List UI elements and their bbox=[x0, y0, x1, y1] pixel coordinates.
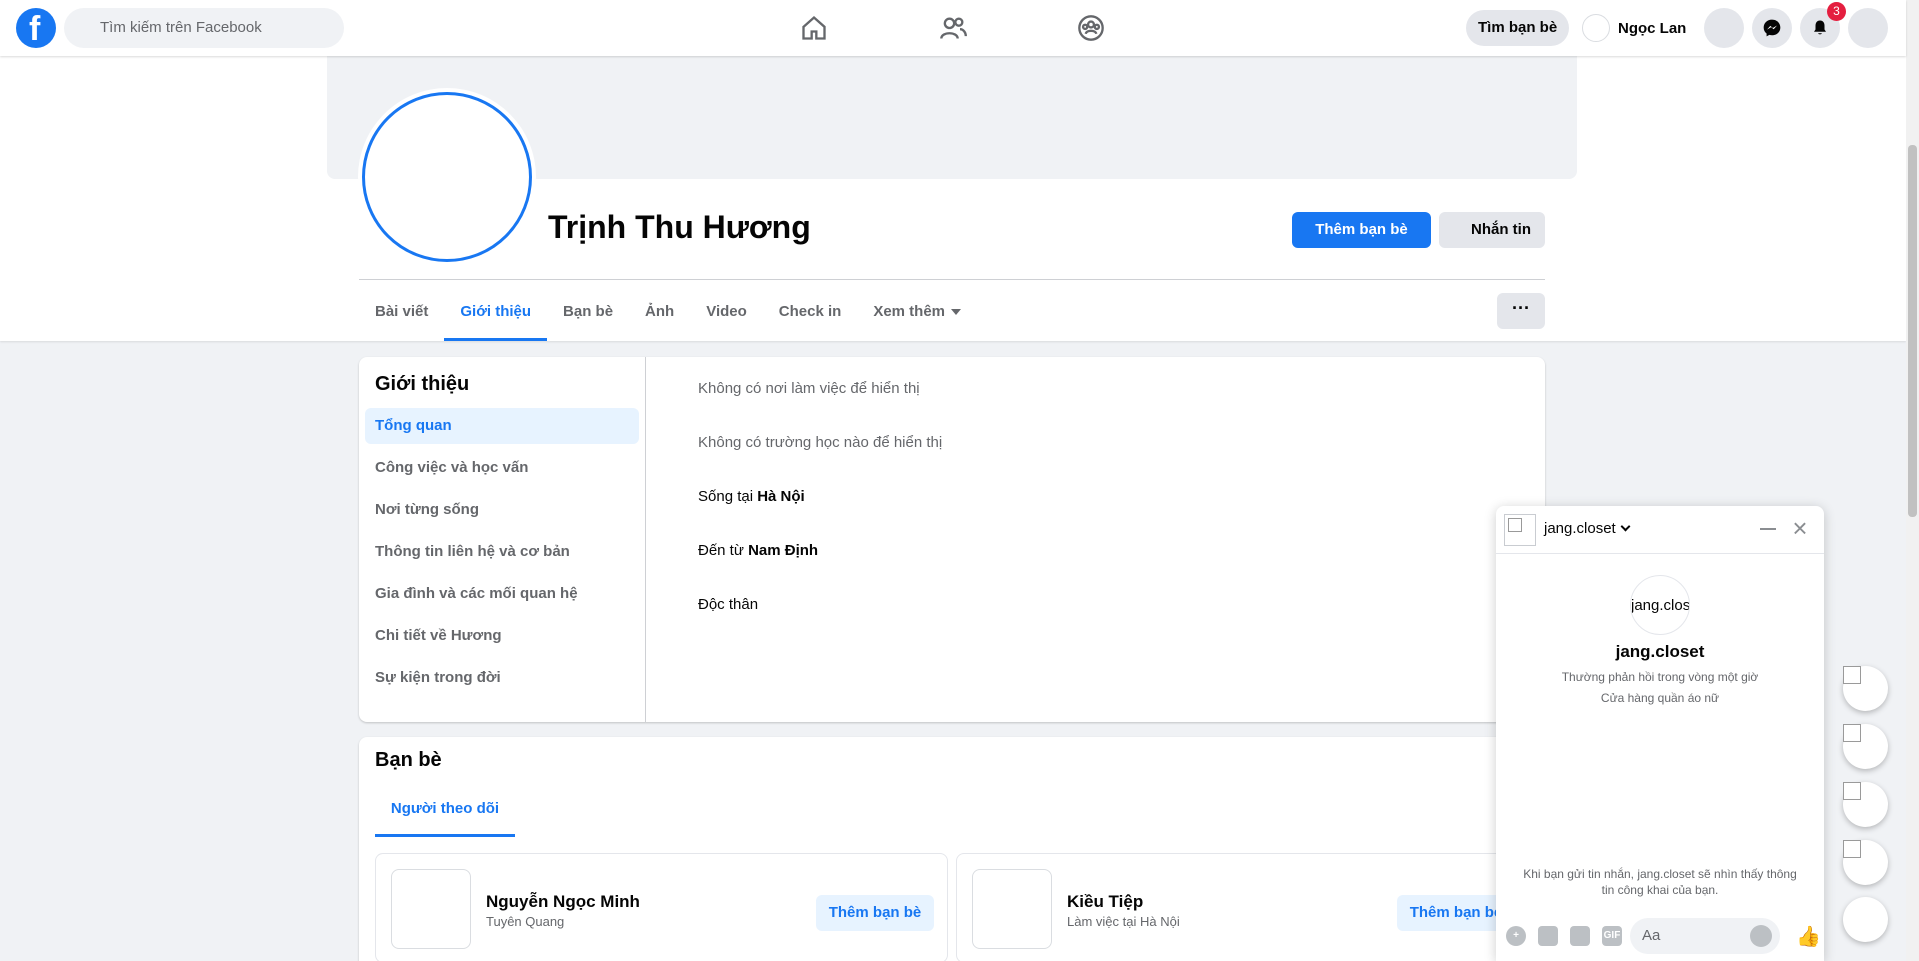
contact-bubble[interactable] bbox=[1843, 782, 1888, 827]
friend-name[interactable]: Nguyễn Ngọc Minh bbox=[486, 892, 640, 912]
tab-posts[interactable]: Bài viết bbox=[359, 284, 444, 341]
chat-category: Cửa hàng quần áo nữ bbox=[1600, 691, 1720, 705]
intro-menu-work-education[interactable]: Công việc và học vấn bbox=[365, 450, 639, 486]
tab-more-label: Xem thêm bbox=[873, 303, 946, 320]
intro-menu-overview[interactable]: Tổng quan bbox=[365, 408, 639, 444]
find-friends-button[interactable]: Tìm bạn bè bbox=[1466, 10, 1570, 46]
intro-card: Giới thiệu Tổng quan Công việc và học vấ… bbox=[359, 357, 1545, 722]
emoji-icon[interactable] bbox=[1750, 925, 1772, 947]
chat-composer: + GIF Aa 👍 bbox=[1496, 910, 1824, 960]
tab-followers[interactable]: Người theo dõi bbox=[375, 785, 515, 837]
gif-icon[interactable]: GIF bbox=[1602, 926, 1622, 946]
notifications-icon[interactable]: 3 bbox=[1800, 2, 1846, 48]
search-input[interactable]: Tìm kiếm trên Facebook bbox=[64, 8, 344, 48]
tab-checkin[interactable]: Check in bbox=[763, 284, 858, 341]
friends-card: Bạn bè Người theo dõi Nguyễn Ngọc Minh T… bbox=[359, 737, 1545, 961]
education-info: Không có trường học nào để hiển thị bbox=[698, 434, 943, 451]
chevron-down-icon bbox=[1620, 521, 1631, 532]
lives-in-info: Sống tại Hà Nội bbox=[698, 485, 942, 539]
avatar bbox=[1582, 14, 1610, 42]
more-options-button[interactable]: ··· bbox=[1497, 293, 1545, 329]
contact-bubble[interactable] bbox=[1843, 724, 1888, 769]
intro-menu-family[interactable]: Gia đình và các mối quan hệ bbox=[365, 576, 639, 612]
friends-title: Bạn bè bbox=[375, 749, 442, 771]
chat-page-info: Thường phản hồi trong vòng một giờ Cửa h… bbox=[1496, 667, 1824, 709]
chat-contact-label: jang.closet bbox=[1544, 520, 1616, 537]
top-navigation: f Tìm kiếm trên Facebook Tìm bạn bè Ngọc… bbox=[0, 0, 1906, 56]
menu-icon[interactable] bbox=[1704, 8, 1744, 48]
friend-photo[interactable] bbox=[391, 869, 471, 949]
friend-card: Nguyễn Ngọc Minh Tuyên Quang Thêm bạn bè bbox=[375, 853, 948, 961]
like-icon[interactable]: 👍 bbox=[1796, 924, 1821, 949]
from-prefix: Đến từ bbox=[698, 542, 749, 559]
friend-subtitle: Tuyên Quang bbox=[486, 914, 565, 929]
friend-subtitle: Làm việc tại Hà Nội bbox=[1067, 914, 1180, 929]
lives-in-prefix: Sống tại bbox=[698, 488, 758, 505]
sticker-icon[interactable] bbox=[1570, 926, 1590, 946]
profile-shortcut[interactable]: Ngọc Lan bbox=[1582, 10, 1686, 46]
chat-contact-name[interactable]: jang.closet bbox=[1544, 520, 1631, 537]
tab-more[interactable]: Xem thêm bbox=[857, 284, 977, 341]
profile-header: Trịnh Thu Hương Thêm bạn bè Nhắn tin Bài… bbox=[0, 56, 1906, 341]
friend-card: Kiều Tiệp Làm việc tại Hà Nội Thêm bạn b… bbox=[956, 853, 1529, 961]
lives-in-city[interactable]: Hà Nội bbox=[757, 488, 805, 505]
profile-tabs: Bài viết Giới thiệu Bạn bè Ảnh Video Che… bbox=[359, 284, 977, 341]
photo-icon[interactable] bbox=[1538, 926, 1558, 946]
intro-content: Không có nơi làm việc để hiển thị Không … bbox=[698, 377, 942, 647]
tab-friends[interactable]: Bạn bè bbox=[547, 284, 629, 341]
page-scrollbar[interactable] bbox=[1906, 0, 1919, 961]
home-icon[interactable] bbox=[794, 8, 834, 48]
messenger-icon[interactable] bbox=[1752, 8, 1792, 48]
friends-icon[interactable] bbox=[933, 8, 973, 48]
close-icon[interactable]: × bbox=[1788, 515, 1812, 541]
chat-profile-avatar[interactable]: jang.clos bbox=[1630, 575, 1690, 635]
notification-badge: 3 bbox=[1827, 2, 1846, 21]
relationship-info: Độc thân bbox=[698, 596, 759, 613]
divider bbox=[359, 279, 1545, 280]
tab-photos[interactable]: Ảnh bbox=[629, 284, 690, 341]
chat-reply-time: Thường phản hồi trong vòng một giờ bbox=[1561, 670, 1759, 684]
intro-menu-details[interactable]: Chi tiết về Hương bbox=[365, 618, 639, 654]
intro-menu-contact[interactable]: Thông tin liên hệ và cơ bản bbox=[365, 534, 639, 570]
contact-bubble[interactable] bbox=[1843, 840, 1888, 885]
new-message-bubble[interactable] bbox=[1843, 897, 1888, 942]
minimize-icon[interactable] bbox=[1760, 528, 1776, 530]
chat-header: jang.closet × bbox=[1496, 506, 1824, 554]
account-icon[interactable] bbox=[1848, 8, 1888, 48]
from-info: Đến từ Nam Định bbox=[698, 539, 942, 593]
profile-avatar[interactable] bbox=[362, 92, 532, 262]
plus-icon[interactable]: + bbox=[1506, 926, 1526, 946]
friend-add-button[interactable]: Thêm bạn bè bbox=[816, 895, 934, 931]
message-button[interactable]: Nhắn tin bbox=[1439, 212, 1545, 248]
add-friend-button[interactable]: Thêm bạn bè bbox=[1292, 212, 1431, 248]
work-info: Không có nơi làm việc để hiển thị bbox=[698, 380, 920, 397]
scrollbar-thumb[interactable] bbox=[1908, 145, 1917, 517]
contact-bubble[interactable] bbox=[1843, 666, 1888, 711]
friend-photo[interactable] bbox=[972, 869, 1052, 949]
profile-name: Trịnh Thu Hương bbox=[548, 209, 811, 245]
from-city[interactable]: Nam Định bbox=[748, 542, 818, 559]
intro-menu-life-events[interactable]: Sự kiện trong đời bbox=[365, 660, 639, 696]
user-name: Ngọc Lan bbox=[1618, 19, 1687, 37]
chat-privacy-note: Khi bạn gửi tin nhắn, jang.closet sẽ nhì… bbox=[1523, 867, 1797, 897]
tab-video[interactable]: Video bbox=[690, 284, 763, 341]
friend-name[interactable]: Kiều Tiệp bbox=[1067, 892, 1143, 912]
intro-title: Giới thiệu bbox=[375, 373, 470, 395]
groups-icon[interactable] bbox=[1071, 8, 1111, 48]
facebook-logo-icon[interactable]: f bbox=[16, 8, 56, 48]
chat-avatar[interactable] bbox=[1504, 514, 1536, 546]
chat-page-name: jang.closet bbox=[1615, 642, 1705, 661]
intro-sidebar: Giới thiệu Tổng quan Công việc và học vấ… bbox=[359, 357, 646, 722]
chat-window: jang.closet × jang.clos jang.closet Thườ… bbox=[1496, 506, 1824, 961]
intro-menu-places[interactable]: Nơi từng sống bbox=[365, 492, 639, 528]
tab-about[interactable]: Giới thiệu bbox=[444, 284, 547, 341]
caret-down-icon bbox=[951, 309, 962, 316]
